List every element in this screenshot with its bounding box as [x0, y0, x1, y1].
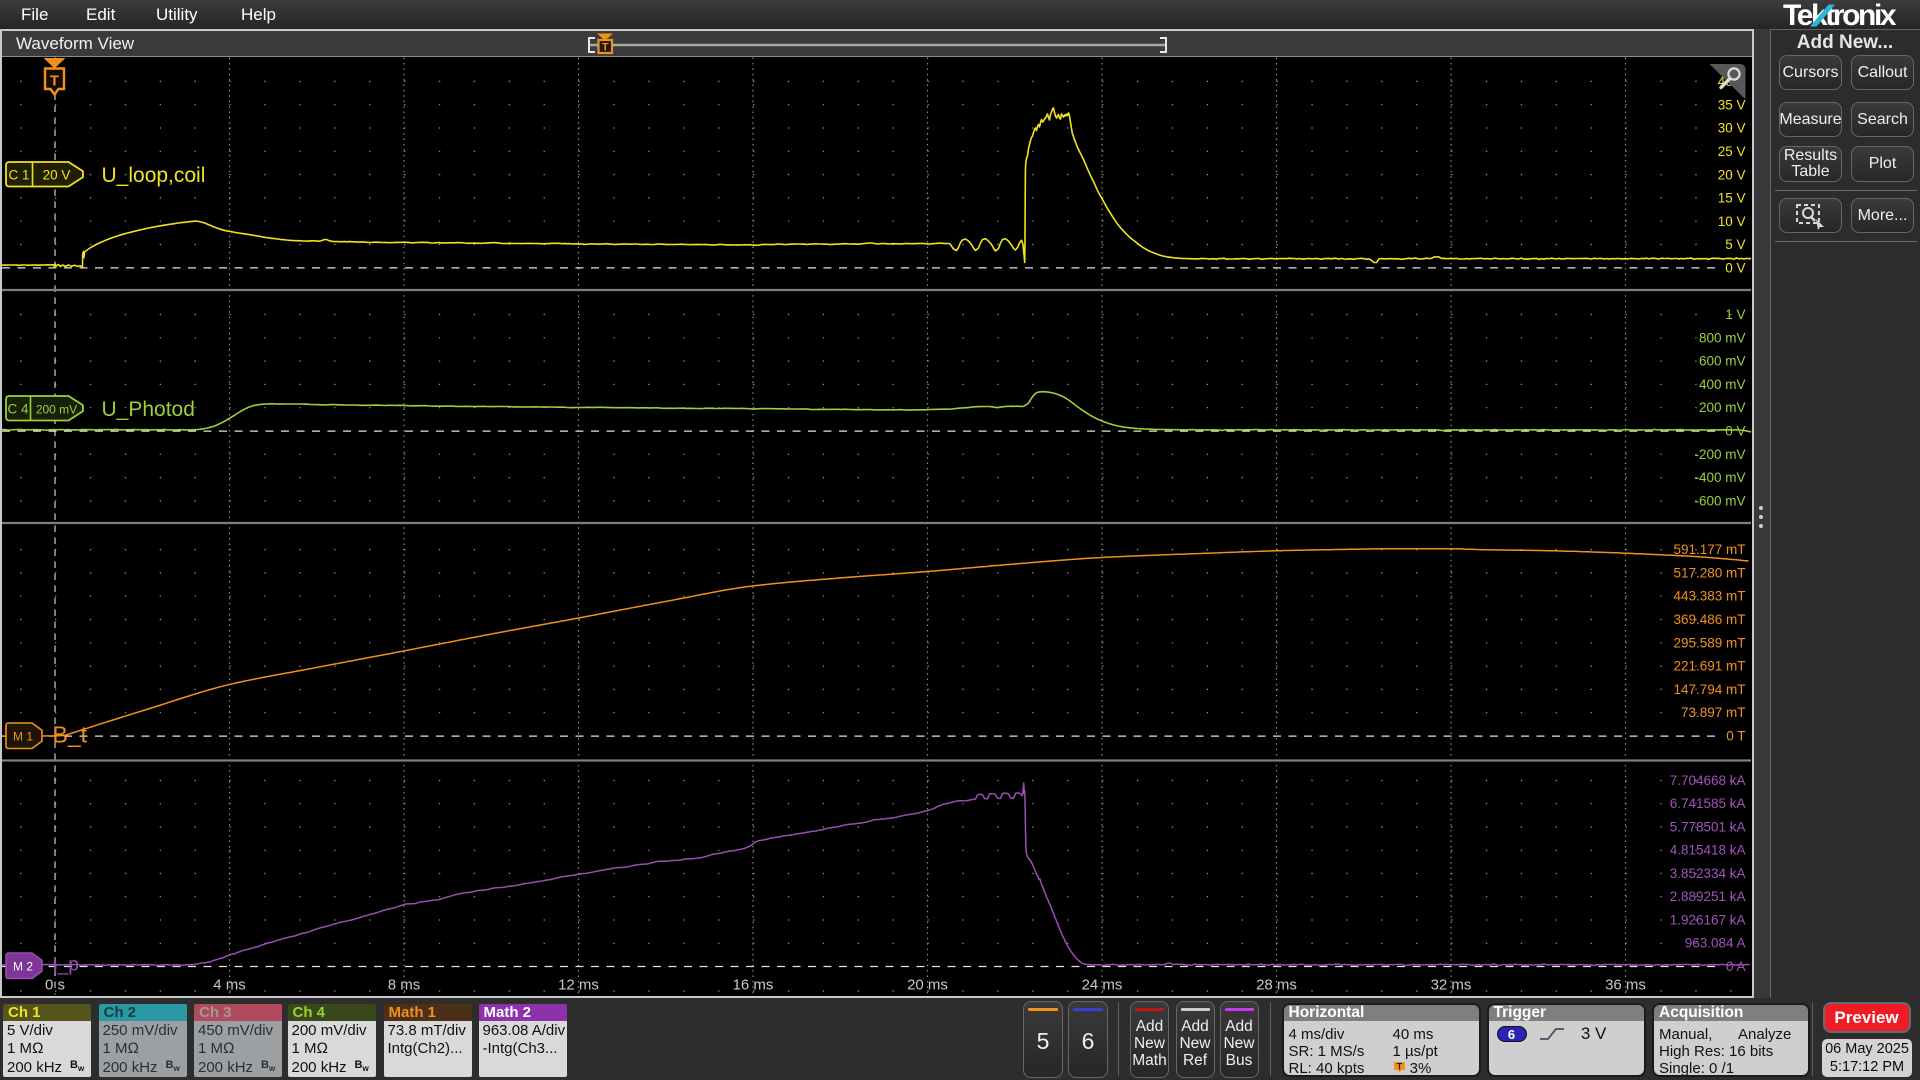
svg-text:221.691 mT: 221.691 mT — [1673, 658, 1745, 673]
svg-text:-400 mV: -400 mV — [1694, 470, 1745, 485]
svg-text:5.778501 kA: 5.778501 kA — [1670, 819, 1746, 834]
svg-text:295.589 mT: 295.589 mT — [1673, 635, 1745, 650]
svg-text:30 V: 30 V — [1718, 120, 1746, 135]
svg-text:963.084 A: 963.084 A — [1685, 935, 1746, 950]
svg-text:T: T — [602, 42, 609, 54]
svg-text:600 mV: 600 mV — [1699, 353, 1746, 368]
svg-text:25 V: 25 V — [1718, 144, 1746, 159]
svg-text:200 mV: 200 mV — [1699, 400, 1746, 415]
svg-text:16 ms: 16 ms — [733, 976, 774, 993]
svg-text:M 2: M 2 — [13, 959, 33, 973]
svg-text:2.889251 kA: 2.889251 kA — [1670, 889, 1746, 904]
svg-text:0 T: 0 T — [1726, 728, 1745, 743]
svg-text:800 mV: 800 mV — [1699, 330, 1746, 345]
svg-text:73.897 mT: 73.897 mT — [1681, 705, 1746, 720]
svg-text:-600 mV: -600 mV — [1694, 493, 1745, 508]
svg-text:36 ms: 36 ms — [1605, 976, 1646, 993]
svg-text:147.794 mT: 147.794 mT — [1673, 681, 1745, 696]
svg-text:I_p: I_p — [53, 954, 79, 975]
svg-text:6.741585 kA: 6.741585 kA — [1670, 796, 1746, 811]
svg-text:3.852334 kA: 3.852334 kA — [1670, 865, 1746, 880]
svg-text:C 4: C 4 — [7, 401, 29, 416]
svg-text:U_loop,coil: U_loop,coil — [102, 164, 206, 187]
svg-text:200 mV: 200 mV — [36, 402, 77, 416]
svg-text:C 1: C 1 — [8, 167, 29, 182]
svg-text:7.704668 kA: 7.704668 kA — [1670, 772, 1746, 787]
svg-text:0 V: 0 V — [1725, 260, 1745, 275]
svg-text:10 V: 10 V — [1718, 213, 1746, 228]
svg-text:U_Photod: U_Photod — [102, 398, 195, 421]
svg-text:20 V: 20 V — [43, 167, 71, 182]
svg-text:8 ms: 8 ms — [388, 976, 421, 993]
svg-text:20 ms: 20 ms — [907, 976, 948, 993]
svg-text:400 mV: 400 mV — [1699, 376, 1746, 391]
svg-text:B_t: B_t — [53, 721, 88, 747]
svg-text:0 s: 0 s — [45, 976, 65, 993]
svg-text:12 ms: 12 ms — [558, 976, 599, 993]
svg-text:443.383 mT: 443.383 mT — [1673, 588, 1745, 603]
svg-text:4.815418 kA: 4.815418 kA — [1670, 842, 1746, 857]
svg-text:0 V: 0 V — [1725, 423, 1745, 438]
svg-text:4 ms: 4 ms — [213, 976, 246, 993]
svg-text:591.177 mT: 591.177 mT — [1673, 542, 1745, 557]
svg-text:Tektronix: Tektronix — [1783, 1, 1897, 31]
svg-text:0 A: 0 A — [1726, 959, 1746, 974]
svg-text:15 V: 15 V — [1718, 190, 1746, 205]
svg-text:35 V: 35 V — [1718, 97, 1746, 112]
svg-text:-200 mV: -200 mV — [1694, 446, 1745, 461]
svg-text:T: T — [50, 72, 59, 89]
svg-text:369.486 mT: 369.486 mT — [1673, 612, 1745, 627]
svg-text:T: T — [1396, 1061, 1402, 1071]
svg-text:32 ms: 32 ms — [1431, 976, 1472, 993]
svg-text:1 V: 1 V — [1725, 307, 1745, 322]
svg-text:M 1: M 1 — [13, 729, 33, 743]
svg-text:28 ms: 28 ms — [1256, 976, 1297, 993]
svg-text:24 ms: 24 ms — [1082, 976, 1123, 993]
svg-text:1.926167 kA: 1.926167 kA — [1670, 912, 1746, 927]
svg-text:5 V: 5 V — [1725, 237, 1745, 252]
svg-text:20 V: 20 V — [1718, 167, 1746, 182]
svg-text:517.280 mT: 517.280 mT — [1673, 565, 1745, 580]
